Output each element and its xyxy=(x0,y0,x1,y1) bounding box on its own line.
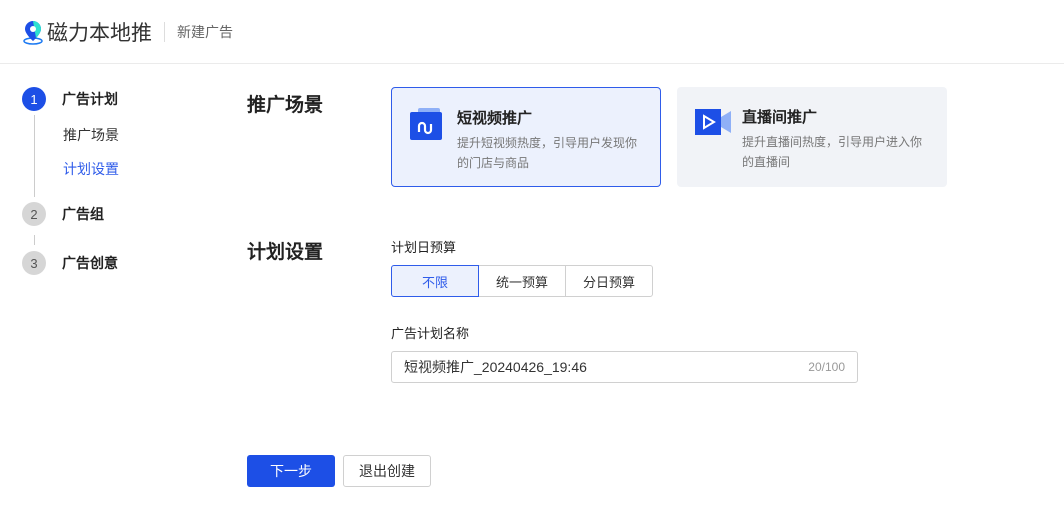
step-number: 2 xyxy=(22,202,46,226)
budget-option-unified[interactable]: 统一预算 xyxy=(478,265,566,297)
section-title-plan: 计划设置 xyxy=(247,242,324,263)
step-number: 1 xyxy=(22,87,46,111)
scene-card-short-video[interactable]: 短视频推广 提升短视频热度，引导用户发现你的门店与商品 xyxy=(391,87,661,187)
scene-card-live[interactable]: 直播间推广 提升直播间热度，引导用户进入你的直播间 xyxy=(677,87,947,187)
step-label: 广告创意 xyxy=(62,255,118,271)
page-title: 新建广告 xyxy=(177,23,233,40)
divider xyxy=(164,21,165,42)
step-number: 3 xyxy=(22,251,46,275)
budget-segmented-control: 不限 统一预算 分日预算 xyxy=(391,265,653,297)
step-connector xyxy=(34,235,35,245)
step-ad-creative[interactable]: 3 广告创意 xyxy=(22,251,118,275)
step-connector xyxy=(34,115,35,197)
app-name: 磁力本地推 xyxy=(47,21,152,45)
budget-label: 计划日预算 xyxy=(391,240,457,255)
step-label: 广告组 xyxy=(62,206,104,222)
location-pin-icon xyxy=(23,20,43,45)
logo: 磁力本地推 xyxy=(22,17,152,47)
section-title-scene: 推广场景 xyxy=(247,95,324,116)
exit-button[interactable]: 退出创建 xyxy=(343,455,431,487)
budget-option-daily[interactable]: 分日预算 xyxy=(565,265,653,297)
char-counter: 20/100 xyxy=(808,360,845,374)
short-video-icon xyxy=(410,108,442,140)
substep-scene[interactable]: 推广场景 xyxy=(63,125,119,145)
card-title: 短视频推广 xyxy=(457,110,533,127)
next-button[interactable]: 下一步 xyxy=(247,455,335,487)
substep-plan-settings[interactable]: 计划设置 xyxy=(63,159,119,179)
step-label: 广告计划 xyxy=(62,91,118,107)
live-video-icon xyxy=(695,109,731,135)
header: 磁力本地推 新建广告 xyxy=(0,0,1064,64)
budget-option-unlimited[interactable]: 不限 xyxy=(391,265,479,297)
plan-name-input[interactable]: 短视频推广_20240426_19:46 20/100 xyxy=(391,351,858,383)
step-ad-group[interactable]: 2 广告组 xyxy=(22,202,104,226)
plan-name-label: 广告计划名称 xyxy=(391,326,470,341)
card-title: 直播间推广 xyxy=(742,109,818,126)
step-ad-plan[interactable]: 1 广告计划 xyxy=(22,87,118,111)
plan-name-value: 短视频推广_20240426_19:46 xyxy=(404,359,587,375)
card-desc: 提升直播间热度，引导用户进入你的直播间 xyxy=(742,135,923,169)
card-desc: 提升短视频热度，引导用户发现你的门店与商品 xyxy=(457,136,638,170)
